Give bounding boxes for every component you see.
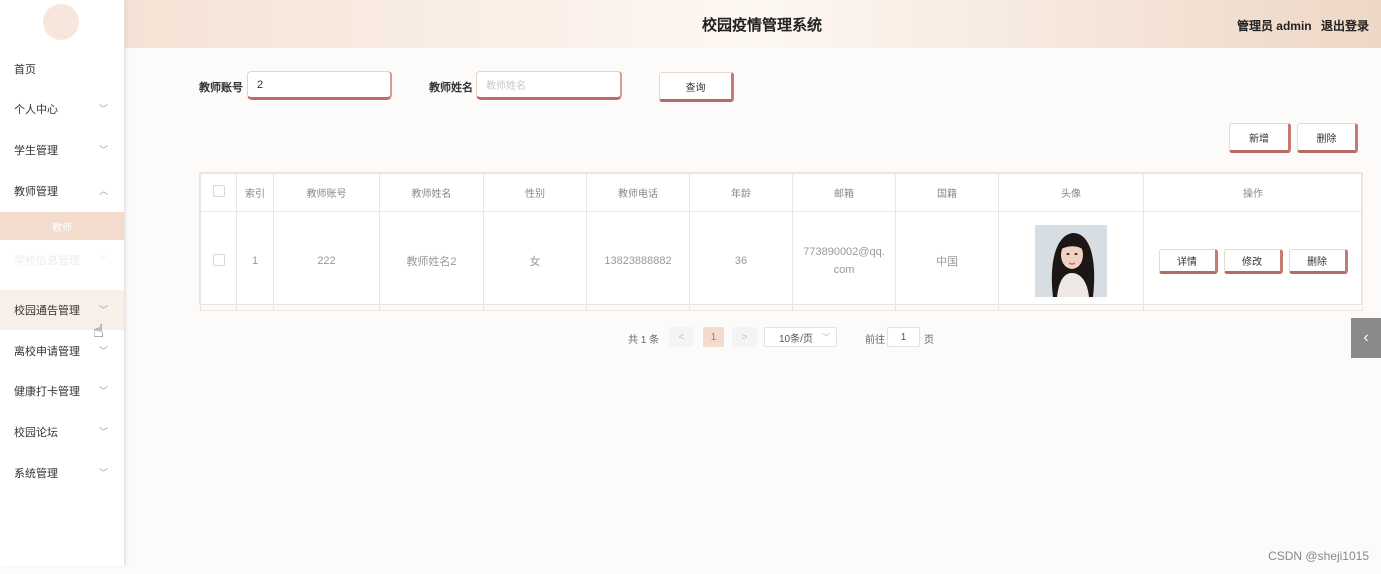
sidebar-item-leave-application[interactable]: 离校申请管理 ﹀ [0,331,124,371]
column-header: 索引 [236,173,274,212]
column-header: 教师电话 [586,173,690,212]
goto-label: 前往 [865,335,885,346]
batch-delete-button[interactable]: 删除 [1297,123,1358,153]
chevron-left-icon: ‹ [1363,329,1369,346]
sidebar-subitem-label: 教师 [52,222,72,234]
table-header-row: 索引 教师账号 教师姓名 性别 教师电话 年龄 邮箱 国籍 头像 操作 [200,173,1363,212]
cell-gender: 女 [483,211,587,311]
sidebar-item-label: 学生管理 [14,145,58,157]
cell-index: 1 [236,211,274,311]
watermark: CSDN @sheji1015 [1268,549,1369,563]
cell-avatar [998,211,1144,311]
row-delete-button[interactable]: 删除 [1288,248,1348,274]
column-header: 头像 [998,173,1144,212]
sidebar-item-health-checkin[interactable]: 健康打卡管理 ﹀ [0,371,124,411]
column-header: 教师账号 [273,173,380,212]
chevron-up-icon: ︿ [98,186,108,196]
sidebar-item-label: 学校信息管理 [14,255,80,267]
collapse-toggle[interactable]: ‹ [1351,318,1381,358]
table-row: 1 222 教师姓名2 女 13823888882 36 773890002@q… [200,211,1363,311]
chevron-down-icon: ﹀ [98,346,108,356]
chevron-down-icon: ﹀ [98,305,108,315]
teacher-table: 索引 教师账号 教师姓名 性别 教师电话 年龄 邮箱 国籍 头像 操作 1 22… [199,172,1363,311]
chevron-down-icon: ﹀ [98,255,108,265]
edit-button[interactable]: 修改 [1223,248,1283,274]
sidebar-item-home[interactable]: 首页 [0,49,124,89]
sidebar-item-label: 个人中心 [14,104,58,116]
sidebar-item-label: 首页 [14,64,36,76]
detail-button[interactable]: 详情 [1158,248,1218,274]
pagination-total: 共 1 条 [628,335,660,346]
page-title: 校园疫情管理系统 [702,17,823,34]
name-label: 教师姓名 [429,82,473,94]
hand-cursor-icon: ☝ [93,321,104,341]
page-unit-label: 页 [924,335,934,346]
cell-operations: 详情 修改 删除 [1143,211,1363,311]
sidebar-item-label: 系统管理 [14,468,58,480]
page-size-value: 10条/页 [779,333,813,345]
sidebar-item-label: 教师管理 [14,186,58,198]
account-input[interactable]: 2 [247,71,392,100]
chevron-down-icon: ﹀ [98,104,108,114]
prev-page-button[interactable]: < [669,327,694,347]
select-all-checkbox[interactable] [212,185,225,197]
column-header: 性别 [483,173,587,212]
add-button[interactable]: 新增 [1229,123,1291,153]
sidebar-item-school-info[interactable]: 学校信息管理 ﹀ [0,240,124,280]
user-area: 管理员 admin 退出登录 [1231,17,1369,34]
avatar [43,4,79,40]
sidebar-item-student-management[interactable]: 学生管理 ﹀ [0,130,124,170]
cell-country: 中国 [895,211,999,311]
chevron-down-icon: ﹀ [822,332,830,342]
sidebar-item-campus-forum[interactable]: 校园论坛 ﹀ [0,412,124,452]
sidebar-item-label: 离校申请管理 [14,346,80,358]
name-input[interactable]: 教师姓名 [476,71,622,100]
goto-page-input[interactable]: 1 [887,327,920,347]
chevron-down-icon: ﹀ [98,468,108,478]
cell-age: 36 [689,211,793,311]
sidebar: 首页 个人中心 ﹀ 学生管理 ﹀ 教师管理 ︿ 教师 学校信息管理 ﹀ 校园通告… [0,0,125,566]
column-header: 教师姓名 [379,173,484,212]
sidebar-item-system-management[interactable]: 系统管理 ﹀ [0,453,124,493]
row-checkbox[interactable] [212,253,225,266]
sidebar-item-label: 校园论坛 [14,427,58,439]
column-header: 年龄 [689,173,793,212]
cell-account: 222 [273,211,380,311]
user-label: 管理员 admin [1236,19,1312,33]
chevron-down-icon: ﹀ [98,145,108,155]
sidebar-item-personal-center[interactable]: 个人中心 ﹀ [0,89,124,129]
sidebar-item-label: 健康打卡管理 [14,386,80,398]
query-button[interactable]: 查询 [659,72,734,102]
cell-name: 教师姓名2 [379,211,484,311]
next-page-button[interactable]: > [732,327,757,347]
cell-phone: 13823888882 [586,211,690,311]
account-label: 教师账号 [199,82,243,94]
column-header: 国籍 [895,173,999,212]
logout-link[interactable]: 退出登录 [1321,19,1369,33]
top-header: 校园疫情管理系统 管理员 admin 退出登录 [124,0,1381,48]
select-all-cell[interactable] [200,173,237,212]
sidebar-subitem-teacher[interactable]: 教师 [0,212,124,240]
sidebar-item-label: 校园通告管理 [14,305,80,317]
chevron-down-icon: ﹀ [98,427,108,437]
column-header: 操作 [1143,173,1363,212]
teacher-avatar-image [1035,225,1107,297]
page-number-current[interactable]: 1 [703,327,724,347]
cell-email: 773890002@qq.com [792,211,896,311]
page-size-select[interactable]: 10条/页 ﹀ [764,327,837,347]
column-header: 邮箱 [792,173,896,212]
sidebar-item-teacher-management[interactable]: 教师管理 ︿ [0,171,124,211]
chevron-down-icon: ﹀ [98,386,108,396]
row-select-cell[interactable] [200,211,237,311]
sidebar-item-campus-notice[interactable]: 校园通告管理 ﹀ [0,290,124,330]
portrait-icon [1035,225,1107,297]
